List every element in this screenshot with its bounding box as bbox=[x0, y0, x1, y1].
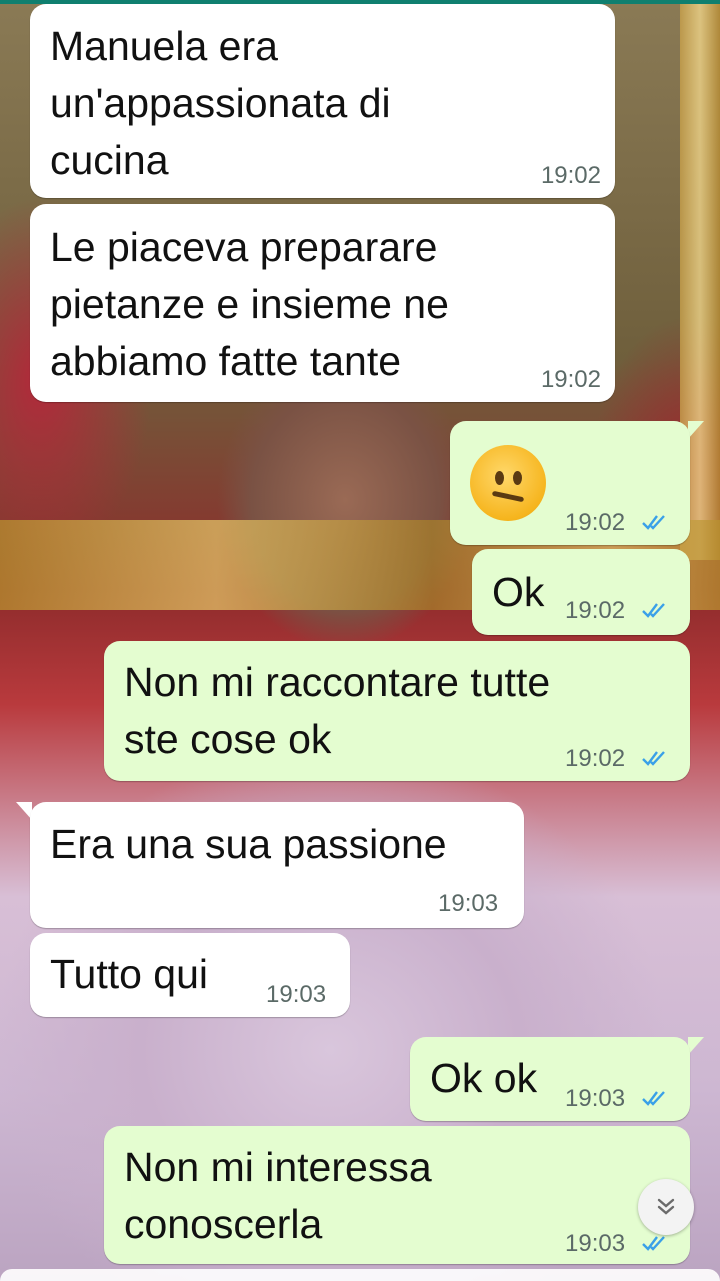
message-text: Era una sua passione bbox=[50, 821, 447, 867]
double-check-icon bbox=[642, 603, 665, 618]
message-bubble-incoming[interactable]: Le piaceva preparare pietanze e insieme … bbox=[30, 204, 615, 402]
message-bubble-outgoing[interactable]: Non mi interessa conoscerla 19:03 bbox=[104, 1126, 690, 1264]
message-text: un'appassionata di bbox=[50, 80, 391, 126]
message-text: conoscerla bbox=[124, 1201, 323, 1247]
message-text: Tutto qui bbox=[50, 951, 209, 997]
scroll-to-bottom-button[interactable] bbox=[638, 1179, 694, 1235]
message-bubble-incoming[interactable]: Tutto qui 19:03 bbox=[30, 933, 350, 1017]
message-time: 19:02 bbox=[565, 509, 626, 536]
message-time: 19:02 bbox=[565, 745, 626, 772]
double-check-icon bbox=[642, 751, 665, 766]
message-time: 19:03 bbox=[565, 1085, 626, 1112]
message-bubble-outgoing[interactable]: 19:02 bbox=[450, 421, 690, 545]
message-text: Ok bbox=[492, 569, 545, 615]
message-text: Manuela era bbox=[50, 23, 278, 69]
message-time: 19:02 bbox=[565, 597, 626, 624]
message-time: 19:02 bbox=[540, 162, 601, 189]
input-bar-edge bbox=[0, 1269, 720, 1281]
message-bubble-outgoing[interactable]: Ok ok 19:03 bbox=[410, 1037, 690, 1121]
message-text: pietanze e insieme ne bbox=[50, 281, 449, 327]
double-check-icon bbox=[642, 515, 665, 530]
bubble-tail bbox=[688, 421, 704, 439]
bubble-tail bbox=[688, 1037, 704, 1055]
message-bubble-incoming[interactable]: Manuela era un'appassionata di cucina 19… bbox=[30, 4, 615, 198]
message-text: cucina bbox=[50, 137, 169, 183]
message-time: 19:02 bbox=[540, 366, 601, 393]
double-chevron-down-icon bbox=[657, 1198, 675, 1215]
message-text: abbiamo fatte tante bbox=[50, 338, 402, 384]
message-bubble-outgoing[interactable]: Non mi raccontare tutte ste cose ok 19:0… bbox=[104, 641, 690, 781]
message-time: 19:03 bbox=[565, 1230, 626, 1257]
message-text: Ok ok bbox=[430, 1055, 538, 1101]
double-check-icon bbox=[642, 1091, 665, 1106]
message-time: 19:03 bbox=[438, 890, 499, 917]
message-text: Le piaceva preparare bbox=[50, 224, 438, 270]
double-check-icon bbox=[642, 1236, 665, 1251]
message-text: Non mi raccontare tutte bbox=[124, 659, 551, 705]
message-text: ste cose ok bbox=[124, 716, 332, 762]
message-bubble-incoming[interactable]: Era una sua passione 19:03 bbox=[30, 802, 524, 928]
message-bubble-outgoing[interactable]: Ok 19:02 bbox=[472, 549, 690, 635]
neutral-face-icon bbox=[470, 445, 546, 521]
message-time: 19:03 bbox=[266, 981, 327, 1008]
message-text: Non mi interessa bbox=[124, 1144, 432, 1190]
